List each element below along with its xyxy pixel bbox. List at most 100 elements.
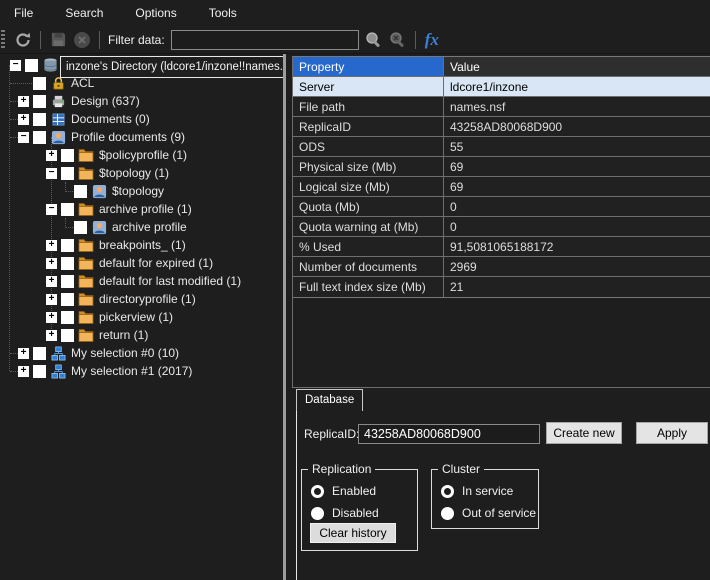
tree-item-design[interactable]: + Design (637) [0,92,283,110]
checkbox[interactable] [74,221,87,234]
tree-item-label[interactable]: $topology [112,184,164,198]
checkbox[interactable] [61,329,74,342]
menu-search[interactable]: Search [61,4,107,22]
table-row-quota-warning[interactable]: Quota warning at (Mb) 0 [293,217,710,237]
expand-toggle-icon[interactable]: + [46,258,57,269]
checkbox[interactable] [33,347,46,360]
radio-replication-enabled[interactable]: Enabled [311,484,376,498]
tree-item-my-selection-0[interactable]: + My selection #0 (10) [0,344,283,362]
tree-item-label[interactable]: Documents (0) [71,112,150,126]
radio-replication-disabled[interactable]: Disabled [311,506,379,520]
save-icon[interactable] [47,29,69,51]
menu-options[interactable]: Options [131,4,180,22]
expand-toggle-icon[interactable]: + [46,312,57,323]
tree-item-default-expired[interactable]: + default for expired (1) [0,254,283,272]
tree-item-label[interactable]: My selection #0 (10) [71,346,179,360]
tree-item-topology-folder[interactable]: − $topology (1) [0,164,283,182]
apply-button[interactable]: Apply [636,422,708,444]
tree-item-label[interactable]: directoryprofile (1) [99,292,196,306]
radio-selected-icon[interactable] [441,485,454,498]
tree-item-archive-profile-folder[interactable]: − archive profile (1) [0,200,283,218]
tab-database[interactable]: Database [296,389,363,411]
toolbar-grip[interactable] [1,30,5,50]
formula-icon[interactable]: fx [421,30,443,50]
checkbox[interactable] [33,95,46,108]
tree-item-label[interactable]: ACL [71,76,94,90]
collapse-toggle-icon[interactable]: − [10,60,21,71]
filter-input[interactable] [171,30,359,50]
tree-item-label[interactable]: archive profile [112,220,187,234]
tree-item-label[interactable]: Profile documents (9) [71,130,185,144]
checkbox[interactable] [33,365,46,378]
checkbox[interactable] [33,113,46,126]
tree-item-pickerview[interactable]: + pickerview (1) [0,308,283,326]
refresh-icon[interactable] [12,29,34,51]
menu-tools[interactable]: Tools [205,4,241,22]
checkbox[interactable] [61,203,74,216]
expand-toggle-icon[interactable]: + [46,240,57,251]
tree-item-label[interactable]: archive profile (1) [99,202,192,216]
tree-item-default-last-modified[interactable]: + default for last modified (1) [0,272,283,290]
tree-item-breakpoints[interactable]: + breakpoints_ (1) [0,236,283,254]
expand-toggle-icon[interactable]: + [18,366,29,377]
collapse-toggle-icon[interactable]: − [46,168,57,179]
radio-unselected-icon[interactable] [441,507,454,520]
tree-root-label-tooltip[interactable]: inzone's Directory (ldcore1/inzone!!name… [60,56,283,78]
tree-item-label[interactable]: default for expired (1) [99,256,213,270]
checkbox[interactable] [61,167,74,180]
collapse-toggle-icon[interactable]: − [18,132,29,143]
table-row-server[interactable]: Server ldcore1/inzone [293,77,710,97]
expand-toggle-icon[interactable]: + [18,96,29,107]
tree-item-label[interactable]: pickerview (1) [99,310,173,324]
tree-item-label[interactable]: default for last modified (1) [99,274,241,288]
table-row-logical-size[interactable]: Logical size (Mb) 69 [293,177,710,197]
checkbox[interactable] [61,239,74,252]
expand-toggle-icon[interactable]: + [46,330,57,341]
checkbox[interactable] [25,59,38,72]
clear-history-button[interactable]: Clear history [310,523,396,543]
radio-selected-icon[interactable] [311,485,324,498]
radio-cluster-in-service[interactable]: In service [441,484,513,498]
clear-search-icon[interactable] [387,29,409,51]
tree-item-label[interactable]: $policyprofile (1) [99,148,187,162]
tree-item-label[interactable]: breakpoints_ (1) [99,238,186,252]
tree-item-profile-documents[interactable]: − Profile documents (9) [0,128,283,146]
checkbox[interactable] [61,311,74,324]
tree-item-policyprofile[interactable]: + $policyprofile (1) [0,146,283,164]
expand-toggle-icon[interactable]: + [46,294,57,305]
checkbox[interactable] [61,257,74,270]
tree-item-directoryprofile[interactable]: + directoryprofile (1) [0,290,283,308]
checkbox[interactable] [61,293,74,306]
table-row-ods[interactable]: ODS 55 [293,137,710,157]
table-row-replicaid[interactable]: ReplicaID 43258AD80068D900 [293,117,710,137]
tree-item-label[interactable]: return (1) [99,328,148,342]
table-row-physical-size[interactable]: Physical size (Mb) 69 [293,157,710,177]
tree-item-root[interactable]: − inzone's Directory (ldcore1/inzone!!na… [0,56,283,74]
tree-item-label[interactable]: $topology (1) [99,166,169,180]
radio-unselected-icon[interactable] [311,507,324,520]
tree-item-label[interactable]: My selection #1 (2017) [71,364,192,378]
cancel-icon[interactable] [71,29,93,51]
search-icon[interactable] [363,29,385,51]
radio-cluster-out-of-service[interactable]: Out of service [441,506,536,520]
checkbox[interactable] [61,275,74,288]
table-row-fulltext-index[interactable]: Full text index size (Mb) 21 [293,277,710,297]
table-row-number-of-documents[interactable]: Number of documents 2969 [293,257,710,277]
tree-item-archive-profile-doc[interactable]: archive profile [0,218,283,236]
create-new-button[interactable]: Create new [546,422,622,444]
checkbox[interactable] [61,149,74,162]
menu-file[interactable]: File [10,4,37,22]
expand-toggle-icon[interactable]: + [18,114,29,125]
expand-toggle-icon[interactable]: + [46,150,57,161]
expand-toggle-icon[interactable]: + [46,276,57,287]
table-row-percent-used[interactable]: % Used 91,5081065188172 [293,237,710,257]
collapse-toggle-icon[interactable]: − [46,204,57,215]
checkbox[interactable] [33,77,46,90]
tree-item-return[interactable]: + return (1) [0,326,283,344]
tree-item-my-selection-1[interactable]: + My selection #1 (2017) [0,362,283,380]
table-row-quota[interactable]: Quota (Mb) 0 [293,197,710,217]
panel-splitter[interactable] [283,54,286,580]
column-header-property[interactable]: Property [293,57,444,76]
tree-item-documents[interactable]: + Documents (0) [0,110,283,128]
replicaid-input[interactable] [358,424,540,444]
